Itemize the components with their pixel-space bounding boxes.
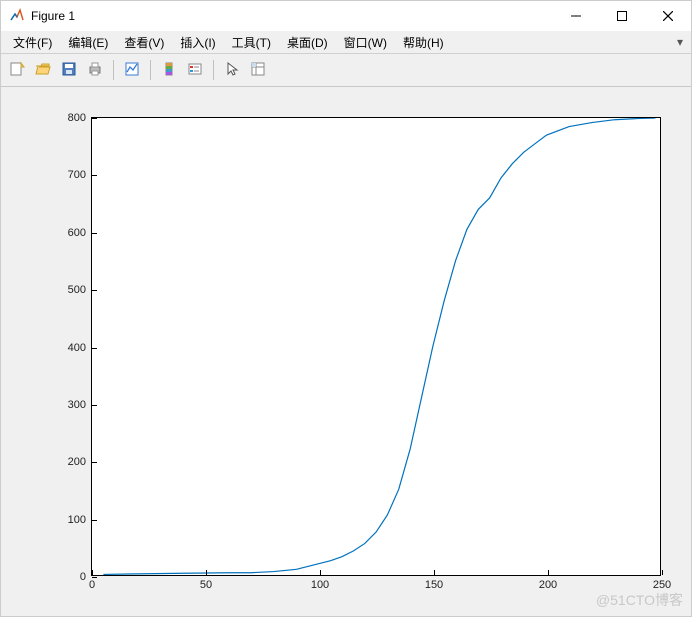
colorbar-icon — [161, 61, 177, 80]
x-tick-mark — [662, 570, 663, 575]
menu-edit[interactable]: 编辑(E) — [60, 32, 116, 53]
x-tick-mark — [92, 570, 93, 575]
y-tick-label: 400 — [68, 342, 86, 354]
watermark: @51CTO博客 — [596, 590, 683, 610]
y-tick-mark — [92, 175, 97, 176]
y-tick-mark — [92, 577, 97, 578]
figure-canvas[interactable]: 0100200300400500600700800050100150200250… — [1, 87, 691, 616]
legend-icon — [187, 61, 203, 80]
toolbar-separator — [150, 60, 151, 80]
x-tick-label: 50 — [200, 579, 212, 591]
y-tick-mark — [92, 405, 97, 406]
menu-tools[interactable]: 工具(T) — [224, 32, 279, 53]
link-plot-button[interactable] — [120, 58, 144, 82]
y-tick-label: 600 — [68, 227, 86, 239]
menu-overflow[interactable]: ▾ — [452, 35, 687, 49]
save-icon — [61, 61, 77, 80]
toolbar-separator — [113, 60, 114, 80]
close-button[interactable] — [645, 1, 691, 31]
edit-plot-button[interactable] — [220, 58, 244, 82]
save-button[interactable] — [57, 58, 81, 82]
matlab-app-icon — [9, 8, 25, 24]
link-plot-icon — [124, 61, 140, 80]
print-icon — [87, 61, 103, 80]
x-tick-mark — [434, 570, 435, 575]
menu-help[interactable]: 帮助(H) — [395, 32, 452, 53]
y-tick-label: 300 — [68, 399, 86, 411]
x-tick-mark — [548, 570, 549, 575]
line-series — [92, 118, 660, 575]
y-tick-mark — [92, 348, 97, 349]
y-tick-label: 200 — [68, 456, 86, 468]
x-tick-label: 150 — [425, 579, 443, 591]
window-title: Figure 1 — [31, 9, 75, 23]
toolbar-separator — [213, 60, 214, 80]
y-tick-label: 500 — [68, 284, 86, 296]
title-bar: Figure 1 — [1, 1, 691, 31]
maximize-button[interactable] — [599, 1, 645, 31]
x-tick-label: 100 — [311, 579, 329, 591]
y-tick-mark — [92, 462, 97, 463]
minimize-button[interactable] — [553, 1, 599, 31]
insert-colorbar-button[interactable] — [157, 58, 181, 82]
y-tick-label: 0 — [80, 571, 86, 583]
edit-cursor-icon — [224, 61, 240, 80]
y-tick-mark — [92, 520, 97, 521]
new-figure-button[interactable] — [5, 58, 29, 82]
x-tick-label: 0 — [89, 579, 95, 591]
open-button[interactable] — [31, 58, 55, 82]
chevron-down-icon: ▾ — [677, 35, 683, 49]
open-icon — [35, 61, 51, 80]
property-editor-icon — [250, 61, 266, 80]
axes[interactable]: 0100200300400500600700800050100150200250 — [91, 117, 661, 576]
menu-window[interactable]: 窗口(W) — [336, 32, 395, 53]
toolbar — [1, 54, 691, 87]
menu-bar: 文件(F) 编辑(E) 查看(V) 插入(I) 工具(T) 桌面(D) 窗口(W… — [1, 31, 691, 54]
new-figure-icon — [9, 61, 25, 80]
y-tick-label: 700 — [68, 169, 86, 181]
x-tick-mark — [206, 570, 207, 575]
property-editor-button[interactable] — [246, 58, 270, 82]
y-tick-label: 800 — [68, 112, 86, 124]
y-tick-mark — [92, 118, 97, 119]
print-button[interactable] — [83, 58, 107, 82]
menu-file[interactable]: 文件(F) — [5, 32, 60, 53]
menu-desktop[interactable]: 桌面(D) — [279, 32, 336, 53]
menu-insert[interactable]: 插入(I) — [172, 32, 223, 53]
x-tick-label: 200 — [539, 579, 557, 591]
insert-legend-button[interactable] — [183, 58, 207, 82]
x-tick-mark — [320, 570, 321, 575]
y-tick-mark — [92, 233, 97, 234]
menu-view[interactable]: 查看(V) — [116, 32, 172, 53]
figure-window: Figure 1 文件(F) 编辑(E) 查看(V) 插入(I) 工具(T) 桌… — [0, 0, 692, 617]
y-tick-mark — [92, 290, 97, 291]
y-tick-label: 100 — [68, 514, 86, 526]
